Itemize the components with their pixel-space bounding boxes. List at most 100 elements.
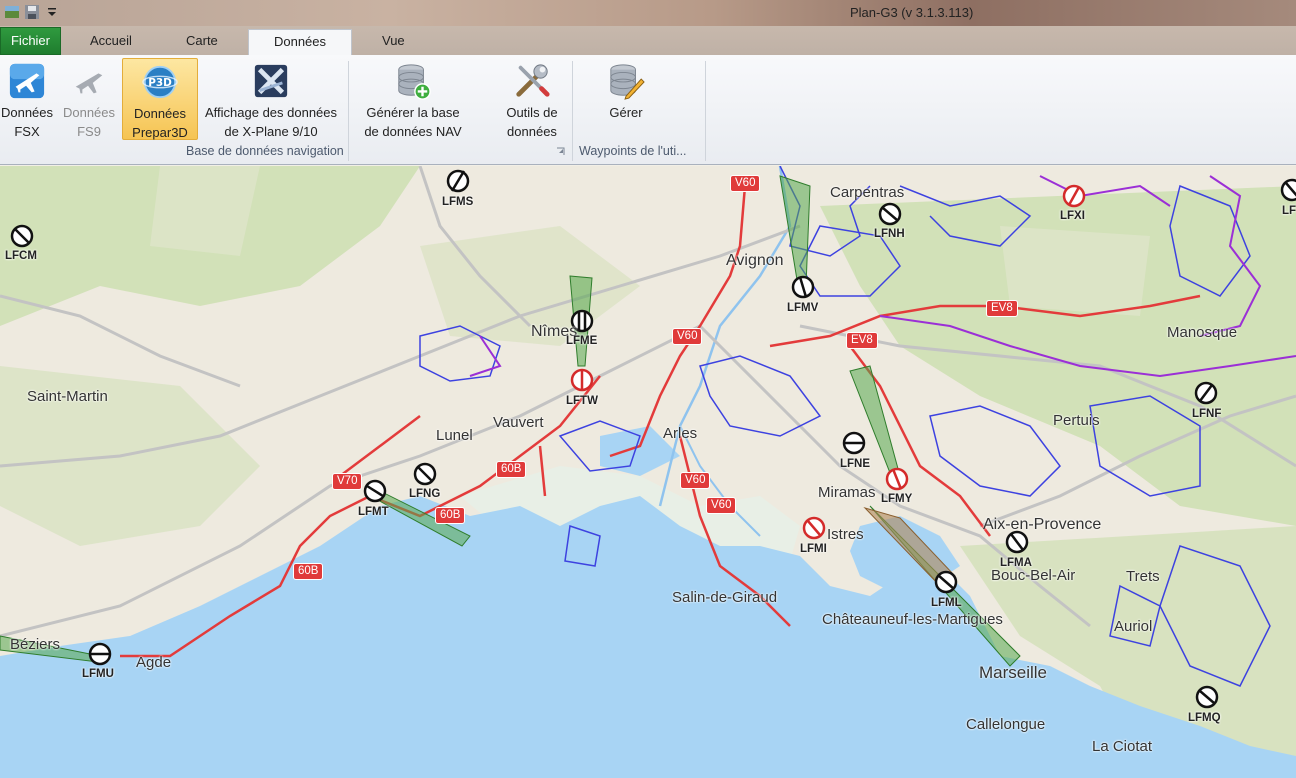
map-canvas[interactable] bbox=[0, 166, 1296, 778]
airport-label[interactable]: LFMY bbox=[881, 493, 912, 505]
road-shield: V70 bbox=[332, 473, 363, 490]
airport-label[interactable]: LFMT bbox=[358, 506, 389, 518]
airport-symbol[interactable] bbox=[842, 431, 866, 455]
save-icon[interactable] bbox=[24, 4, 40, 20]
airport-label[interactable]: LFXI bbox=[1060, 210, 1085, 222]
place-label: Béziers bbox=[10, 636, 61, 653]
svg-text:P3D: P3D bbox=[148, 77, 172, 89]
database-edit-icon bbox=[610, 64, 645, 100]
affichage-xplane-button[interactable]: Affichage des données de X-Plane 9/10 bbox=[200, 58, 342, 140]
airport-label[interactable]: LFMA bbox=[1000, 557, 1032, 569]
group-label-base-nav: Base de données navigation bbox=[186, 144, 344, 158]
donnees-fs9-label-1: Données bbox=[62, 105, 116, 120]
tools-icon bbox=[516, 64, 550, 97]
xplane-icon bbox=[254, 64, 288, 98]
donnees-fs9-button[interactable]: Données FS9 bbox=[60, 58, 118, 140]
ribbon-separator bbox=[572, 61, 573, 161]
airport-symbol[interactable] bbox=[1062, 184, 1086, 208]
ribbon-panel: Données FSX Données FS9 P3D Données Prep… bbox=[0, 55, 1296, 165]
place-label: Lunel bbox=[436, 427, 473, 444]
place-label: Manosque bbox=[1167, 324, 1238, 341]
road-shield: V60 bbox=[672, 328, 703, 345]
airport-label[interactable]: LFNF bbox=[1192, 408, 1221, 420]
airport-symbol[interactable] bbox=[791, 275, 815, 299]
tab-carte[interactable]: Carte bbox=[172, 29, 232, 55]
place-label: Châteauneuf-les-Martigues bbox=[822, 611, 1003, 628]
gerer-waypoints-button[interactable]: Gérer bbox=[592, 58, 660, 140]
airport-symbol[interactable] bbox=[413, 462, 437, 486]
outils-donnees-button[interactable]: Outils de données bbox=[494, 58, 570, 140]
airport-label[interactable]: LFMI bbox=[800, 543, 827, 555]
airport-label[interactable]: LFMV bbox=[787, 302, 818, 314]
place-label: Istres bbox=[827, 526, 864, 543]
tab-accueil[interactable]: Accueil bbox=[76, 29, 146, 55]
place-label: Arles bbox=[663, 425, 698, 442]
airport-label[interactable]: LF bbox=[1282, 205, 1296, 217]
dialog-launcher-icon[interactable] bbox=[556, 147, 565, 156]
airport-label[interactable]: LFNE bbox=[840, 458, 870, 470]
airport-symbol[interactable] bbox=[878, 202, 902, 226]
donnees-prepar3d-label-2: Prepar3D bbox=[132, 125, 188, 140]
airport-symbol[interactable] bbox=[1194, 381, 1218, 405]
place-label: Marseille bbox=[979, 663, 1048, 682]
road-shield: 60B bbox=[496, 461, 527, 478]
place-label: Pertuis bbox=[1053, 412, 1100, 429]
place-label: Carpentras bbox=[830, 184, 905, 201]
place-label: Bouc-Bel-Air bbox=[991, 567, 1076, 584]
tab-vue[interactable]: Vue bbox=[368, 29, 419, 55]
place-label: Salin-de-Giraud bbox=[672, 589, 778, 606]
donnees-fsx-label-1: Données bbox=[0, 105, 54, 120]
airport-symbol[interactable] bbox=[446, 169, 470, 193]
outils-donnees-label-1: Outils de bbox=[506, 105, 558, 120]
place-label: Vauvert bbox=[493, 414, 544, 431]
donnees-fsx-label-2: FSX bbox=[14, 124, 40, 139]
airport-label[interactable]: LFNH bbox=[874, 228, 905, 240]
airport-label[interactable]: LFCM bbox=[5, 250, 37, 262]
place-label: Callelongue bbox=[966, 716, 1046, 733]
airport-label[interactable]: LFME bbox=[566, 335, 597, 347]
tab-donnees[interactable]: Données bbox=[248, 29, 352, 55]
tab-fichier[interactable]: Fichier bbox=[0, 27, 61, 55]
airport-symbol[interactable] bbox=[1005, 530, 1029, 554]
airport-label[interactable]: LFMQ bbox=[1188, 712, 1221, 724]
affichage-xplane-label-1: Affichage des données bbox=[204, 105, 338, 120]
donnees-fsx-button[interactable]: Données FSX bbox=[0, 58, 56, 140]
airport-symbol[interactable] bbox=[10, 224, 34, 248]
ribbon-separator bbox=[705, 61, 706, 161]
airport-symbol[interactable] bbox=[1195, 685, 1219, 709]
airport-label[interactable]: LFTW bbox=[566, 395, 598, 407]
airport-symbol[interactable] bbox=[88, 642, 112, 666]
donnees-prepar3d-button[interactable]: P3D Données Prepar3D bbox=[122, 58, 198, 140]
generer-base-nav-button[interactable]: Générer la base de données NAV bbox=[354, 58, 472, 140]
place-label: Trets bbox=[1126, 568, 1160, 585]
road-shield: EV8 bbox=[846, 332, 878, 349]
generer-base-label-1: Générer la base bbox=[366, 105, 460, 120]
prepar3d-globe-icon: P3D bbox=[142, 65, 178, 99]
affichage-xplane-label-2: de X-Plane 9/10 bbox=[224, 124, 318, 139]
title-bar: Plan-G3 (v 3.1.3.113) bbox=[0, 0, 1296, 26]
airport-symbol[interactable] bbox=[802, 516, 826, 540]
quick-access-toolbar bbox=[4, 4, 60, 20]
road-shield: V60 bbox=[730, 175, 761, 192]
place-label: Saint-Martin bbox=[27, 388, 108, 405]
gerer-label-1: Gérer bbox=[609, 105, 643, 120]
database-add-icon bbox=[398, 64, 431, 100]
generer-base-label-2: de données NAV bbox=[364, 124, 462, 139]
airport-symbol[interactable] bbox=[570, 368, 594, 392]
airport-symbol[interactable] bbox=[1280, 178, 1296, 202]
airport-label[interactable]: LFNG bbox=[409, 488, 440, 500]
airport-symbol[interactable] bbox=[885, 467, 909, 491]
place-label: Auriol bbox=[1114, 618, 1153, 635]
airport-label[interactable]: LFMU bbox=[82, 668, 114, 680]
map-view[interactable]: Carpentras Avignon Nîmes Saint-Martin Lu… bbox=[0, 166, 1296, 778]
airport-symbol[interactable] bbox=[363, 479, 387, 503]
qat-customize-icon[interactable] bbox=[44, 4, 60, 20]
road-shield: V60 bbox=[680, 472, 711, 489]
airport-label[interactable]: LFMS bbox=[442, 196, 473, 208]
group-label-waypoints: Waypoints de l'uti... bbox=[579, 144, 687, 158]
road-shield: V60 bbox=[706, 497, 737, 514]
airport-symbol[interactable] bbox=[934, 570, 958, 594]
app-icon[interactable] bbox=[4, 4, 20, 20]
ribbon-tabs: Fichier Accueil Carte Données Vue bbox=[0, 26, 1296, 55]
airport-label[interactable]: LFML bbox=[931, 597, 962, 609]
